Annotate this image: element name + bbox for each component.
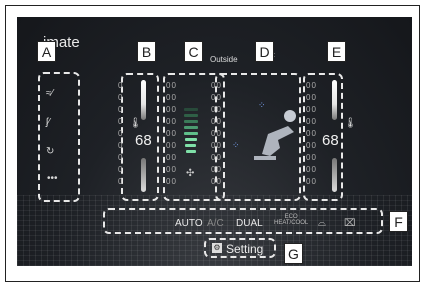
passenger-temp-value: 68 [322, 132, 339, 149]
passenger-temp-ticks-right: 00 00 00 00 00 00 00 00 00 [306, 81, 317, 186]
outline-a-left-icons [38, 72, 80, 202]
setting-icon[interactable]: ⚙ [212, 243, 222, 253]
fan-level-bar-5[interactable] [184, 126, 198, 129]
outside-label: Outside [210, 55, 238, 64]
fan-level-bar-8[interactable] [184, 108, 198, 111]
fan-ticks-left: 00 00 00 00 00 00 00 00 00 [166, 81, 177, 186]
fan-ticks-right: 00 00 00 00 00 00 00 00 00 [211, 81, 222, 186]
fan-level-bar-6[interactable] [184, 120, 198, 123]
callout-f: F [389, 211, 408, 232]
setting-button[interactable]: Setting [226, 242, 263, 256]
fan-level-bar-4[interactable] [184, 132, 198, 135]
ac-button[interactable]: A/C [207, 218, 224, 229]
passenger-thermometer-icon: 🌡 [344, 118, 357, 129]
callout-g: G [284, 243, 303, 264]
passenger-temp-bar-up[interactable] [332, 80, 337, 120]
fan-icon: ✣ [186, 168, 195, 179]
fan-level-bar-2[interactable] [185, 144, 196, 147]
defrost-front-icon[interactable]: ≈⁄ [46, 88, 53, 99]
driver-temp-value: 68 [135, 132, 152, 149]
driver-temp-bar-up[interactable] [141, 80, 146, 120]
seat-heater-icon[interactable]: ʃ⁄ [46, 117, 50, 128]
airflow-dots-lower: ⁘ [232, 140, 240, 150]
fan-level-bar-7[interactable] [184, 114, 198, 117]
callout-c: C [184, 41, 203, 62]
occupant-body [262, 126, 294, 156]
dual-button[interactable]: DUAL [236, 218, 263, 229]
front-defroster-icon[interactable]: ⌓ [318, 218, 326, 229]
rear-defroster-icon[interactable]: ⌧ [344, 218, 356, 229]
callout-a: A [37, 41, 56, 62]
airflow-seat-icon[interactable] [248, 108, 308, 163]
driver-thermometer-icon: 🌡 [129, 118, 142, 129]
fan-level-bar-3[interactable] [185, 138, 197, 141]
auto-button[interactable]: AUTO [175, 218, 203, 229]
driver-temp-ticks-left: 000000000 [118, 81, 124, 186]
callout-d: D [255, 41, 274, 62]
more-options-icon[interactable]: ••• [47, 173, 58, 184]
driver-temp-bar-down[interactable] [141, 158, 146, 192]
airflow-dots-upper: ⁘ [258, 100, 266, 110]
callout-e: E [327, 41, 346, 62]
occupant-head [284, 110, 296, 122]
recirculation-icon[interactable]: ↻ [46, 146, 54, 157]
passenger-temp-bar-down[interactable] [332, 158, 337, 192]
heat-cool-label: HEAT/COOL [274, 220, 309, 226]
eco-heat-cool-button[interactable]: ECO HEAT/COOL [274, 214, 308, 226]
callout-b: B [137, 41, 156, 62]
fan-level-bar-1[interactable] [186, 150, 196, 153]
